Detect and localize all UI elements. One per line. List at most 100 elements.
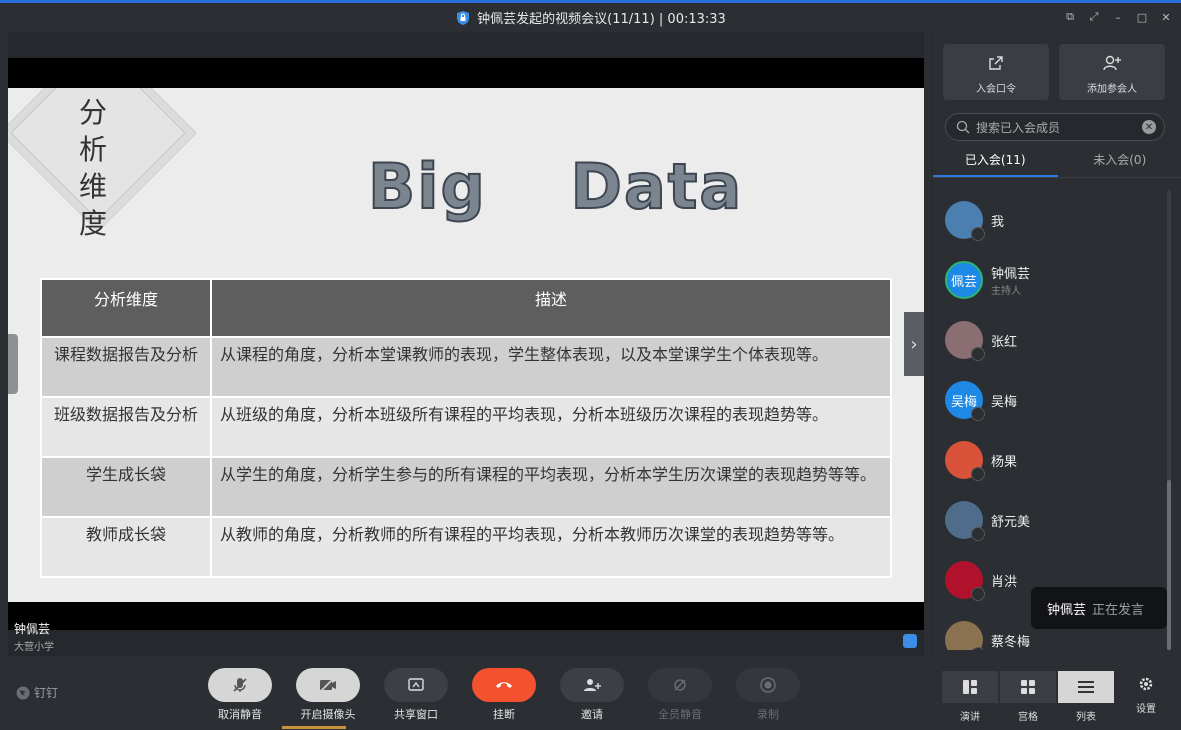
hangup-icon (472, 668, 536, 702)
avatar (945, 501, 985, 541)
avatar (945, 441, 985, 481)
grid-icon (1021, 680, 1035, 694)
mic-muted-icon (971, 407, 985, 421)
search-icon (956, 120, 970, 134)
list-item[interactable]: 舒元美 (945, 500, 1031, 541)
list-icon (1078, 681, 1094, 693)
member-name: 吴梅 (991, 394, 1018, 410)
grid-view-button[interactable] (1000, 671, 1056, 703)
member-search-input[interactable]: 搜索已入会成员 ✕ (945, 113, 1165, 141)
popout-icon[interactable]: ⧉ (1063, 10, 1077, 24)
letterbox-top (8, 58, 924, 88)
drag-handle[interactable] (8, 334, 18, 394)
member-scroll-thumb[interactable] (1167, 480, 1171, 650)
join-code-label: 入会口令 (976, 84, 1016, 95)
speaking-name: 钟佩芸 (1047, 602, 1087, 618)
speaking-toast: 钟佩芸 正在发言 (1031, 587, 1167, 629)
mute-all-button[interactable]: 全员静音 (648, 668, 712, 722)
member-name: 张红 (991, 334, 1018, 350)
list-view-label: 列表 (1076, 712, 1096, 723)
table-header-description: 描述 (210, 278, 892, 338)
tab-not-joined[interactable]: 未入会(0) (1058, 144, 1181, 177)
share-label: 共享窗口 (394, 708, 438, 721)
share-window-button[interactable]: 共享窗口 (384, 668, 448, 722)
close-icon[interactable]: ✕ (1159, 10, 1173, 24)
row-dimension: 教师成长袋 (40, 516, 212, 578)
brand-label: 钉钉 (34, 686, 59, 700)
unmute-button[interactable]: 取消静音 (208, 668, 272, 722)
row-dimension: 班级数据报告及分析 (40, 396, 212, 458)
mic-muted-icon (971, 527, 985, 541)
speaker-view-button[interactable] (942, 671, 998, 703)
lock-shield-icon (457, 10, 470, 25)
mic-muted-icon (971, 347, 985, 361)
invite-label: 邀请 (581, 708, 603, 721)
title-bar: 钟佩芸发起的视频会议(11/11) | 00:13:33 ⧉ ⤢ – □ ✕ (0, 3, 1181, 32)
table-row: 班级数据报告及分析 从班级的角度，分析本班级所有课程的平均表现，分析本班级历次课… (40, 396, 892, 458)
table-row: 学生成长袋 从学生的角度，分析学生参与的所有课程的平均表现，分析本学生历次课堂的… (40, 456, 892, 518)
join-code-button[interactable]: 入会口令 (943, 44, 1049, 100)
table-row: 教师成长袋 从教师的角度，分析教师的所有课程的平均表现，分析本教师历次课堂的表现… (40, 516, 892, 578)
clear-icon[interactable]: ✕ (1142, 120, 1156, 134)
window-controls: ⧉ ⤢ – □ ✕ (1063, 10, 1173, 24)
speaker-org: 大营小学 (14, 642, 54, 653)
member-role: 主持人 (991, 286, 1021, 297)
maximize-icon[interactable]: □ (1135, 10, 1149, 24)
list-item[interactable]: 杨果 (945, 440, 1017, 481)
member-name: 钟佩芸 (991, 267, 1031, 282)
member-name: 肖洪 (991, 574, 1018, 590)
shared-screen-area: 分析维度 Big Data 分析维度 描述 课程数据报告及分析 从课程的角度，分… (8, 32, 924, 656)
chat-icon[interactable] (903, 634, 917, 648)
invite-button[interactable]: 邀请 (560, 668, 624, 722)
list-item[interactable]: 吴梅 吴梅 (945, 380, 1018, 421)
list-view-button[interactable] (1058, 671, 1114, 703)
mic-off-icon (208, 668, 272, 702)
hangup-button[interactable]: 挂断 (472, 668, 536, 722)
search-placeholder: 搜索已入会成员 (976, 120, 1061, 135)
tab-joined[interactable]: 已入会(11) (933, 144, 1058, 177)
member-list: 我 佩芸 钟佩芸 主持人 张红 吴梅 吴梅 杨果 舒元美 肖洪 蔡冬梅 (933, 190, 1165, 650)
add-participant-label: 添加参会人 (1087, 84, 1137, 95)
record-button[interactable]: 录制 (736, 668, 800, 722)
settings-button[interactable]: 设置 (1126, 676, 1166, 715)
brand-logo: 钉钉 (16, 684, 58, 701)
list-item[interactable]: 蔡冬梅 (945, 620, 1030, 650)
slide-big-title: Big Data (367, 149, 744, 224)
list-item[interactable]: 张红 (945, 320, 1018, 361)
camera-button[interactable]: 开启摄像头 (296, 668, 360, 722)
row-description: 从课程的角度，分析本堂课教师的表现，学生整体表现，以及本堂课学生个体表现等。 (210, 336, 892, 398)
speaker-name: 钟佩芸 (14, 622, 51, 636)
external-link-icon (943, 54, 1049, 74)
list-item[interactable]: 我 (945, 200, 1004, 241)
member-name: 舒元美 (991, 514, 1031, 530)
fullscreen-icon[interactable]: ⤢ (1087, 10, 1101, 24)
row-dimension: 学生成长袋 (40, 456, 212, 518)
list-item[interactable]: 肖洪 (945, 560, 1018, 601)
table-row: 课程数据报告及分析 从课程的角度，分析本堂课教师的表现，学生整体表现，以及本堂课… (40, 336, 892, 398)
mute-all-icon (648, 668, 712, 702)
avatar (945, 561, 985, 601)
add-user-icon (1059, 54, 1165, 74)
row-description: 从班级的角度，分析本班级所有课程的平均表现，分析本班级历次课程的表现趋势等。 (210, 396, 892, 458)
dingtalk-icon (16, 686, 30, 699)
chevron-right-icon[interactable]: › (904, 312, 924, 376)
member-name: 蔡冬梅 (991, 634, 1031, 650)
mic-muted-icon (971, 647, 985, 650)
camera-label: 开启摄像头 (300, 708, 356, 721)
active-indicator (282, 726, 346, 729)
mic-muted-icon (971, 227, 985, 241)
view-mode-switcher (942, 671, 1114, 703)
hangup-label: 挂断 (493, 708, 515, 721)
unmute-label: 取消静音 (218, 708, 262, 721)
presentation-slide: 分析维度 Big Data 分析维度 描述 课程数据报告及分析 从课程的角度，分… (8, 88, 924, 602)
control-bar: 钉钉 取消静音 开启摄像头 共享窗口 挂断 邀请 全员静音 录制 (0, 656, 932, 730)
record-icon (736, 668, 800, 702)
slide-vertical-title: 分析维度 (78, 96, 107, 240)
list-item[interactable]: 佩芸 钟佩芸 主持人 (945, 260, 1030, 300)
speaking-status: 正在发言 (1092, 602, 1145, 618)
row-description: 从教师的角度，分析教师的所有课程的平均表现，分析本教师历次课堂的表现趋势等等。 (210, 516, 892, 578)
minimize-icon[interactable]: – (1111, 10, 1125, 24)
add-participant-button[interactable]: 添加参会人 (1059, 44, 1165, 100)
table-header-dimension: 分析维度 (40, 278, 212, 338)
settings-label: 设置 (1136, 704, 1156, 715)
